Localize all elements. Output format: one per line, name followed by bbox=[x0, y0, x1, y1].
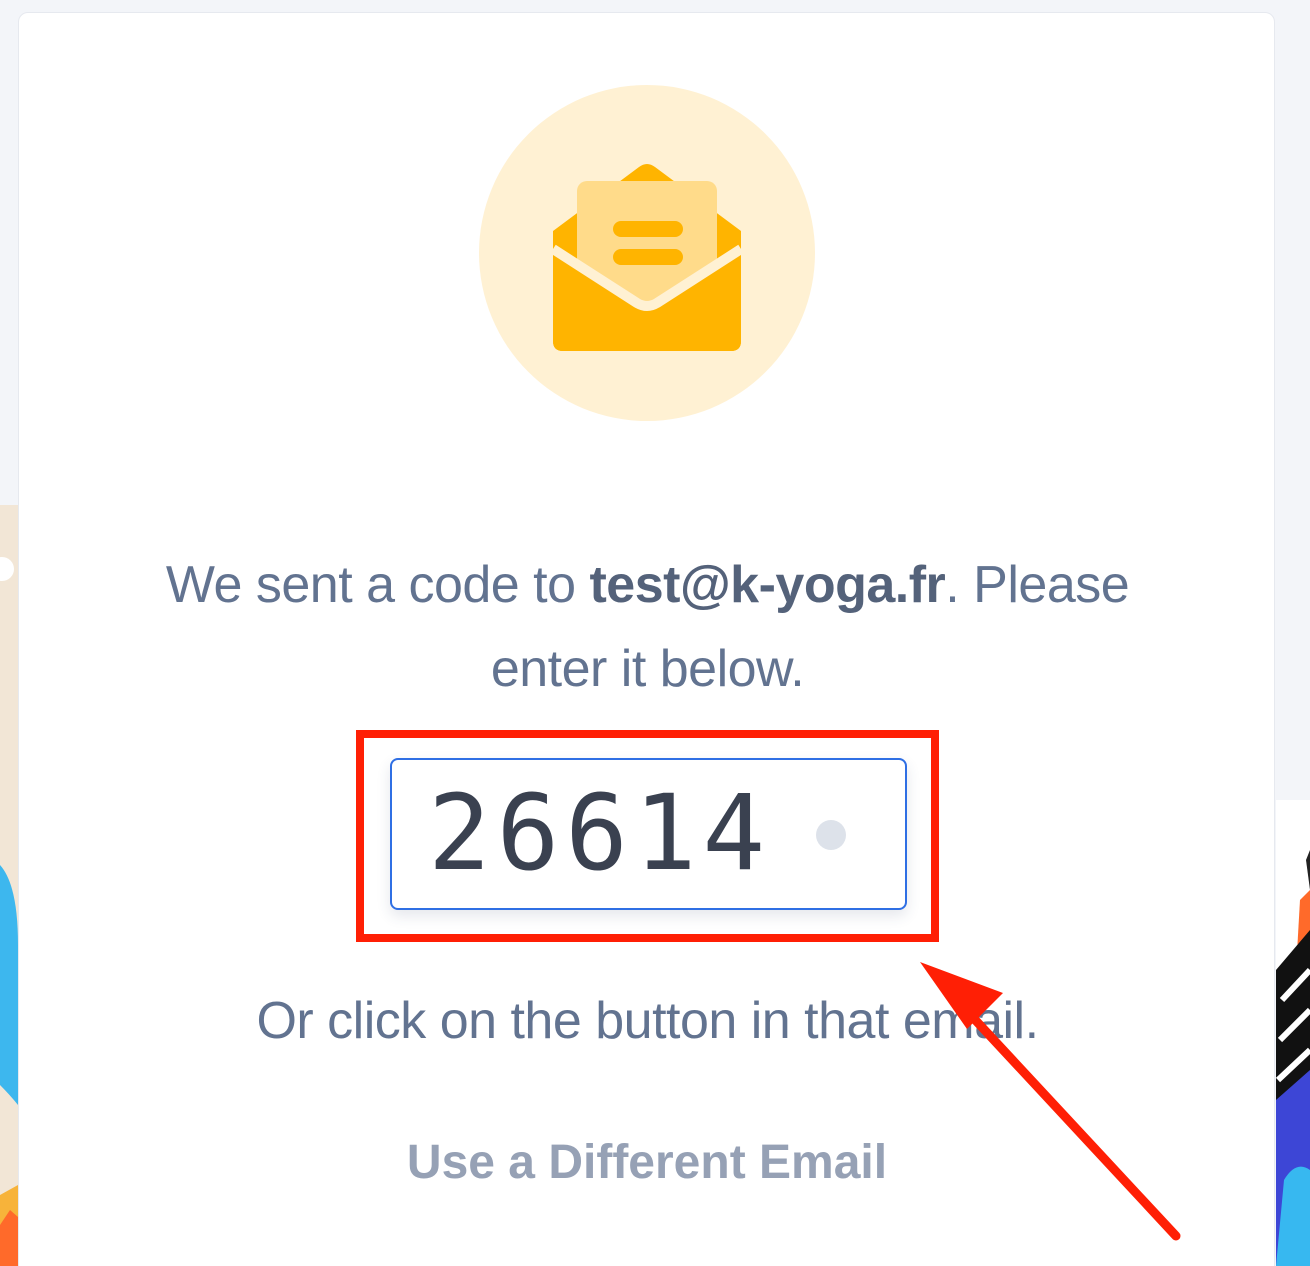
envelope-icon-badge bbox=[479, 85, 815, 421]
annotation-highlight-box bbox=[356, 730, 939, 942]
verification-card: We sent a code to test@k-yoga.fr. Please… bbox=[18, 12, 1275, 1266]
background-illustration-right bbox=[1276, 800, 1310, 1266]
verification-message: We sent a code to test@k-yoga.fr. Please… bbox=[119, 543, 1176, 711]
verify-email-screen: We sent a code to test@k-yoga.fr. Please… bbox=[0, 0, 1310, 1266]
use-different-email-button[interactable]: Use a Different Email bbox=[397, 1133, 897, 1193]
open-envelope-icon bbox=[550, 164, 744, 351]
message-prefix: We sent a code to bbox=[165, 556, 590, 614]
alternate-instruction: Or click on the button in that email. bbox=[256, 992, 1039, 1050]
background-illustration-left bbox=[0, 505, 18, 1266]
recipient-email: test@k-yoga.fr bbox=[589, 556, 946, 614]
